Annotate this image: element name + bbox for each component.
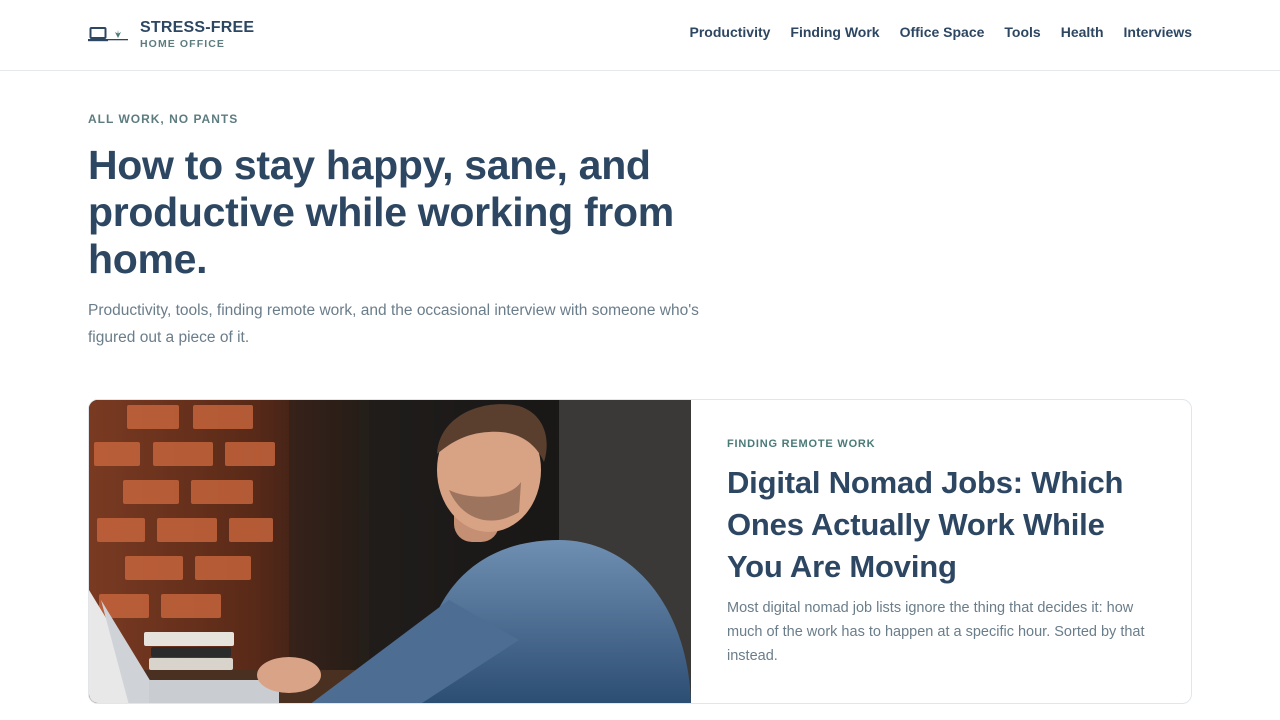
article-title[interactable]: Digital Nomad Jobs: Which Ones Actually …	[727, 462, 1167, 588]
hero-headline: How to stay happy, sane, and productive …	[88, 142, 674, 282]
main-nav: Productivity Finding Work Office Space T…	[690, 22, 1193, 42]
featured-article-image[interactable]	[89, 400, 691, 703]
site-header: STRESS-FREE HOME OFFICE Productivity Fin…	[0, 0, 1280, 71]
article-category-tag[interactable]: FINDING REMOTE WORK	[727, 438, 875, 450]
nav-office-space[interactable]: Office Space	[900, 22, 985, 42]
hero-kicker: ALL WORK, NO PANTS	[88, 112, 239, 126]
site-subtitle: HOME OFFICE	[140, 38, 226, 50]
laptop-plant-icon	[88, 24, 130, 46]
hero-lede: Productivity, tools, finding remote work…	[88, 302, 699, 346]
nav-productivity[interactable]: Productivity	[690, 22, 771, 42]
featured-article-card[interactable]: FINDING REMOTE WORK Digital Nomad Jobs: …	[88, 399, 1192, 704]
nav-interviews[interactable]: Interviews	[1124, 22, 1192, 42]
article-summary: Most digital nomad job lists ignore the …	[727, 600, 1145, 664]
nav-health[interactable]: Health	[1061, 22, 1104, 42]
nav-finding-work[interactable]: Finding Work	[790, 22, 879, 42]
site-title: STRESS-FREE	[140, 19, 255, 36]
site-logo[interactable]: STRESS-FREE HOME OFFICE	[88, 18, 254, 52]
nav-tools[interactable]: Tools	[1004, 22, 1040, 42]
